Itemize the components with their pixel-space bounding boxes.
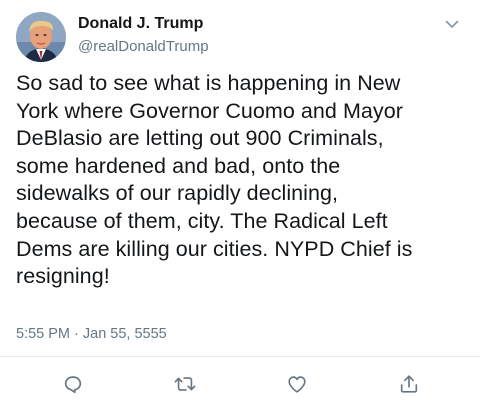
heart-icon [288, 376, 306, 393]
tweet-card: Donald J. Trump @realDonaldTrump So sad … [0, 0, 480, 410]
tweet-header: Donald J. Trump @realDonaldTrump [16, 10, 468, 64]
share-icon [400, 375, 418, 393]
profile-photo-icon [16, 12, 66, 62]
tweet-timestamp[interactable]: 5:55 PM · Jan 55, 5555 [16, 324, 167, 344]
chevron-down-icon [445, 20, 459, 28]
author-handle[interactable]: @realDonaldTrump [78, 37, 209, 57]
retweet-button[interactable] [171, 370, 199, 398]
tweet-text: So sad to see what is happening in New Y… [16, 71, 413, 289]
reply-button[interactable] [59, 370, 87, 398]
author-names: Donald J. Trump @realDonaldTrump [78, 14, 209, 57]
divider [0, 356, 480, 357]
avatar[interactable] [16, 12, 66, 62]
like-button[interactable] [283, 370, 311, 398]
share-button[interactable] [395, 370, 423, 398]
author-display-name[interactable]: Donald J. Trump [78, 14, 209, 34]
reply-icon [64, 376, 82, 394]
tweet-actions [0, 366, 480, 402]
tweet-menu-button[interactable] [442, 14, 462, 34]
retweet-icon [174, 377, 196, 391]
